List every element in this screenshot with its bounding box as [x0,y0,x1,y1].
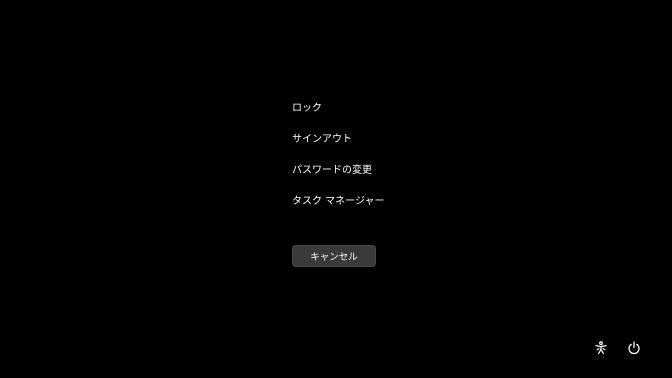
power-button[interactable] [624,338,644,358]
power-icon [627,341,641,355]
accessibility-icon [594,341,608,355]
lock-option[interactable]: ロック [292,99,384,119]
ctrl-alt-del-screen: ロック サインアウト パスワードの変更 タスク マネージャー キャンセル [0,0,672,378]
change-password-option[interactable]: パスワードの変更 [292,161,384,181]
sign-out-option[interactable]: サインアウト [292,130,384,150]
cancel-button[interactable]: キャンセル [292,245,376,267]
security-options-menu: ロック サインアウト パスワードの変更 タスク マネージャー [292,99,384,223]
accessibility-button[interactable] [591,338,611,358]
task-manager-option[interactable]: タスク マネージャー [292,192,384,212]
